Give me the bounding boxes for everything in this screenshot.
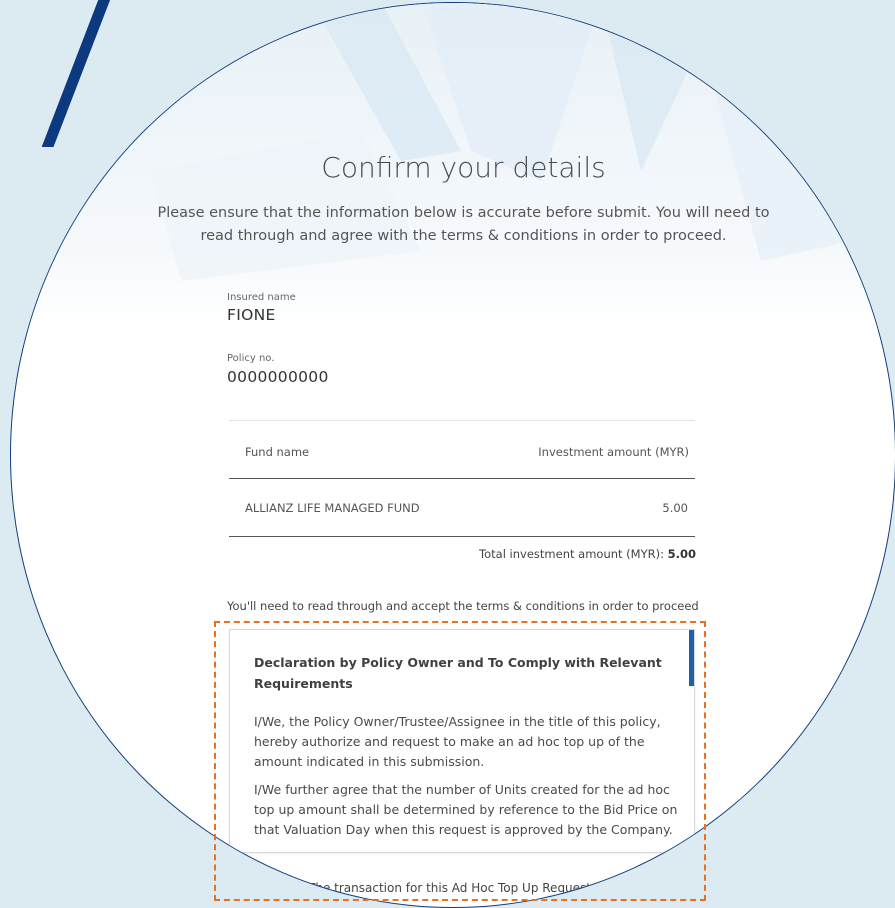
investment-amount-header: Investment amount (MYR) — [538, 445, 689, 459]
total-value: 5.00 — [667, 547, 696, 561]
divider — [229, 420, 695, 421]
investment-amount-cell: 5.00 — [662, 501, 688, 515]
total-label: Total investment amount (MYR): — [479, 547, 664, 561]
policy-number-label: Policy no. — [227, 353, 275, 364]
page-subtitle: Please ensure that the information below… — [157, 205, 770, 244]
page-title: Confirm your details — [321, 151, 606, 184]
insured-name-label: Insured name — [227, 292, 296, 303]
highlight-annotation — [214, 621, 706, 901]
table-header-divider — [229, 478, 695, 479]
fund-name-cell: ALLIANZ LIFE MANAGED FUND — [245, 501, 420, 515]
total-investment: Total investment amount (MYR): 5.00 — [479, 547, 696, 561]
terms-notice: You'll need to read through and accept t… — [227, 599, 699, 613]
insured-name-value: FIONE — [227, 306, 276, 324]
policy-number-value: 0000000000 — [227, 368, 329, 386]
fund-name-header: Fund name — [245, 445, 310, 459]
table-footer-divider — [229, 536, 695, 537]
